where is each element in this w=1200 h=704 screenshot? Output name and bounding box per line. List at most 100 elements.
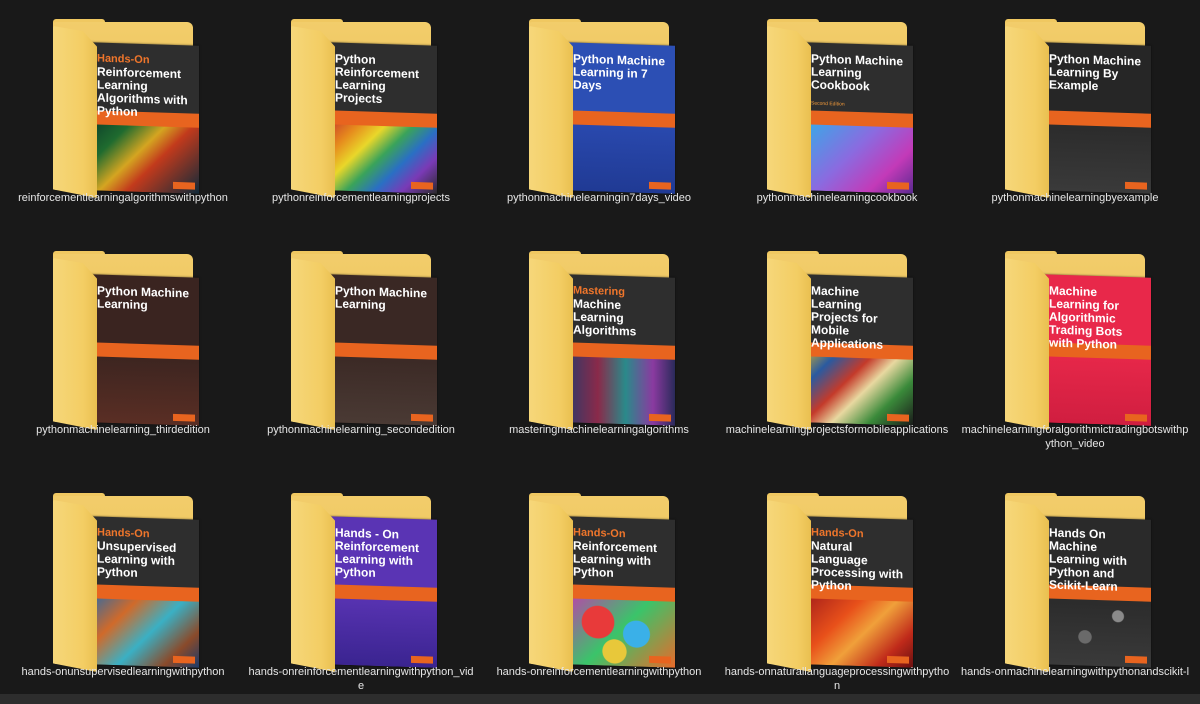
publisher-logo bbox=[173, 181, 195, 190]
folder-icon[interactable]: Hands-On Reinforcement Learning with Pyth… bbox=[529, 493, 681, 676]
folder-item[interactable]: Python Machine Learning Cookbook Second E… bbox=[718, 0, 956, 230]
folder-item[interactable]: Hands-On Natural Language Processing with… bbox=[718, 474, 956, 704]
folder-front-flap-icon bbox=[1005, 26, 1049, 198]
cover-title-text: Hands On Machine Learning with Python an… bbox=[1049, 525, 1127, 594]
folder-icon[interactable]: Python Machine Learning bbox=[291, 251, 443, 434]
cover-title-text: Reinforcement Learning with Python bbox=[573, 538, 658, 580]
publisher-logo bbox=[649, 655, 671, 664]
cover-title: Python Machine Learning in 7 Days bbox=[573, 51, 669, 95]
folder-name-label[interactable]: pythonmachinelearning_secondedition bbox=[242, 423, 480, 437]
folder-item[interactable]: Hands-On Reinforcement Learning Algorithm… bbox=[4, 0, 242, 230]
book-cover-thumbnail: Hands-On Reinforcement Learning with Pyth… bbox=[565, 516, 675, 668]
folder-item[interactable]: Python Machine Learning pythonmachinelear… bbox=[4, 232, 242, 462]
folder-icon[interactable]: Hands-On Reinforcement Learning Algorithm… bbox=[53, 19, 205, 202]
book-cover-thumbnail: Hands - On Reinforcement Learning with P… bbox=[327, 516, 437, 668]
cover-edition: Second Edition bbox=[811, 100, 845, 108]
cover-title: Python Machine Learning bbox=[335, 283, 431, 314]
publisher-logo bbox=[411, 181, 433, 190]
book-cover-thumbnail: Hands-On Natural Language Processing with… bbox=[803, 516, 913, 668]
folder-icon[interactable]: Hands-On Unsupervised Learning with Pytho… bbox=[53, 493, 205, 676]
folder-item[interactable]: Hands - On Reinforcement Learning with P… bbox=[242, 474, 480, 704]
folder-item[interactable]: Mastering Machine Learning Algorithms mast… bbox=[480, 232, 718, 462]
book-cover-thumbnail: Python Machine Learning By Example bbox=[1041, 42, 1151, 194]
book-cover-thumbnail: Python Reinforcement Learning Projects bbox=[327, 42, 437, 194]
cover-title-text: Python Machine Learning By Example bbox=[1049, 51, 1142, 94]
folder-front-flap-icon bbox=[1005, 258, 1049, 430]
folder-icon[interactable]: Hands On Machine Learning with Python an… bbox=[1005, 493, 1157, 676]
folder-item[interactable]: Machine Learning Projects for Mobile App… bbox=[718, 232, 956, 462]
book-cover-thumbnail: Python Machine Learning bbox=[89, 274, 199, 426]
folder-item[interactable]: Hands-On Unsupervised Learning with Pytho… bbox=[4, 474, 242, 704]
cover-title-text: Machine Learning Projects for Mobile App… bbox=[811, 283, 884, 352]
folder-name-label[interactable]: pythonmachinelearning_thirdedition bbox=[4, 423, 242, 437]
folder-name-label[interactable]: masteringmachinelearningalgorithms bbox=[480, 423, 718, 437]
folder-name-label[interactable]: pythonmachinelearningin7days_video bbox=[480, 191, 718, 205]
cover-title: Hands-On Natural Language Processing with… bbox=[811, 527, 907, 595]
cover-title-text: Python Machine Learning bbox=[97, 283, 190, 313]
book-cover-thumbnail: Python Machine Learning bbox=[327, 274, 437, 426]
folder-item[interactable]: Python Machine Learning in 7 Days pythonm… bbox=[480, 0, 718, 230]
folder-name-label[interactable]: hands-onreinforcementlearningwithpython bbox=[480, 665, 718, 679]
book-cover-thumbnail: Hands On Machine Learning with Python an… bbox=[1041, 516, 1151, 668]
cover-title-text: Hands - On Reinforcement Learning with P… bbox=[335, 525, 420, 580]
publisher-logo bbox=[411, 413, 433, 422]
cover-title-text: Reinforcement Learning Algorithms with P… bbox=[97, 64, 188, 119]
folder-name-label[interactable]: hands-onmachinelearningwithpythonandscik… bbox=[956, 665, 1194, 679]
folder-name-label[interactable]: hands-onreinforcementlearningwithpython_… bbox=[242, 665, 480, 693]
folder-name-label[interactable]: machinelearningprojectsformobileapplicat… bbox=[718, 423, 956, 437]
book-cover-thumbnail: Hands-On Unsupervised Learning with Pytho… bbox=[89, 516, 199, 668]
folder-item[interactable]: Hands On Machine Learning with Python an… bbox=[956, 474, 1194, 704]
folder-item[interactable]: Python Machine Learning pythonmachinelear… bbox=[242, 232, 480, 462]
cover-title: Machine Learning for Algorithmic Trading… bbox=[1049, 283, 1145, 353]
folder-name-label[interactable]: pythonmachinelearningcookbook bbox=[718, 191, 956, 205]
folder-icon[interactable]: Python Reinforcement Learning Projects bbox=[291, 19, 443, 202]
folder-item[interactable]: Hands-On Reinforcement Learning with Pyth… bbox=[480, 474, 718, 704]
publisher-logo bbox=[887, 413, 909, 422]
folder-icon[interactable]: Python Machine Learning in 7 Days bbox=[529, 19, 681, 202]
cover-title: Hands-On Reinforcement Learning with Pyth… bbox=[573, 527, 669, 582]
folder-front-flap-icon bbox=[53, 26, 97, 198]
cover-title: Hands-On Unsupervised Learning with Pytho… bbox=[97, 527, 193, 582]
folder-item[interactable]: Machine Learning for Algorithmic Trading… bbox=[956, 232, 1194, 462]
folder-icon[interactable]: Python Machine Learning By Example bbox=[1005, 19, 1157, 202]
folder-name-label[interactable]: reinforcementlearningalgorithmswithpytho… bbox=[4, 191, 242, 205]
cover-title-text: Python Machine Learning in 7 Days bbox=[573, 51, 666, 93]
publisher-logo bbox=[887, 655, 909, 664]
folder-front-flap-icon bbox=[53, 258, 97, 430]
folder-front-flap-icon bbox=[767, 258, 811, 430]
folder-icon[interactable]: Python Machine Learning Cookbook Second E… bbox=[767, 19, 919, 202]
cover-title-text: Python Reinforcement Learning Projects bbox=[335, 51, 420, 107]
cover-title-text: Machine Learning for Algorithmic Trading… bbox=[1049, 283, 1123, 352]
folder-front-flap-icon bbox=[291, 258, 335, 430]
folder-front-flap-icon bbox=[767, 26, 811, 198]
cover-title-text: Unsupervised Learning with Python bbox=[97, 538, 177, 580]
folder-icon[interactable]: Hands-On Natural Language Processing with… bbox=[767, 493, 919, 676]
folder-item[interactable]: Python Reinforcement Learning Projects py… bbox=[242, 0, 480, 230]
folder-grid: Hands-On Reinforcement Learning Algorithm… bbox=[0, 0, 1200, 704]
cover-title: Python Machine Learning bbox=[97, 283, 193, 314]
folder-icon[interactable]: Machine Learning Projects for Mobile App… bbox=[767, 251, 919, 434]
folder-icon[interactable]: Machine Learning for Algorithmic Trading… bbox=[1005, 251, 1157, 434]
folder-name-label[interactable]: hands-onnaturallanguageprocessingwithpyt… bbox=[718, 665, 956, 693]
folder-icon[interactable]: Python Machine Learning bbox=[53, 251, 205, 434]
book-cover-thumbnail: Python Machine Learning Cookbook Second E… bbox=[803, 42, 913, 194]
folder-front-flap-icon bbox=[529, 500, 573, 672]
folder-icon[interactable]: Mastering Machine Learning Algorithms bbox=[529, 251, 681, 434]
folder-front-flap-icon bbox=[529, 258, 573, 430]
publisher-logo bbox=[1125, 181, 1147, 190]
book-cover-thumbnail: Mastering Machine Learning Algorithms bbox=[565, 274, 675, 426]
book-cover-thumbnail: Python Machine Learning in 7 Days bbox=[565, 42, 675, 194]
status-bar bbox=[0, 694, 1200, 704]
publisher-logo bbox=[649, 413, 671, 422]
cover-title-text: Python Machine Learning bbox=[335, 283, 428, 313]
folder-front-flap-icon bbox=[767, 500, 811, 672]
folder-name-label[interactable]: machinelearningforalgorithmictradingbots… bbox=[956, 423, 1194, 451]
folder-item[interactable]: Python Machine Learning By Example python… bbox=[956, 0, 1194, 230]
folder-icon[interactable]: Hands - On Reinforcement Learning with P… bbox=[291, 493, 443, 676]
folder-name-label[interactable]: pythonreinforcementlearningprojects bbox=[242, 191, 480, 205]
cover-title: Machine Learning Projects for Mobile App… bbox=[811, 283, 907, 353]
publisher-logo bbox=[1125, 413, 1147, 422]
folder-name-label[interactable]: hands-onunsupervisedlearningwithpython bbox=[4, 665, 242, 679]
folder-front-flap-icon bbox=[1005, 500, 1049, 672]
folder-name-label[interactable]: pythonmachinelearningbyexample bbox=[956, 191, 1194, 205]
